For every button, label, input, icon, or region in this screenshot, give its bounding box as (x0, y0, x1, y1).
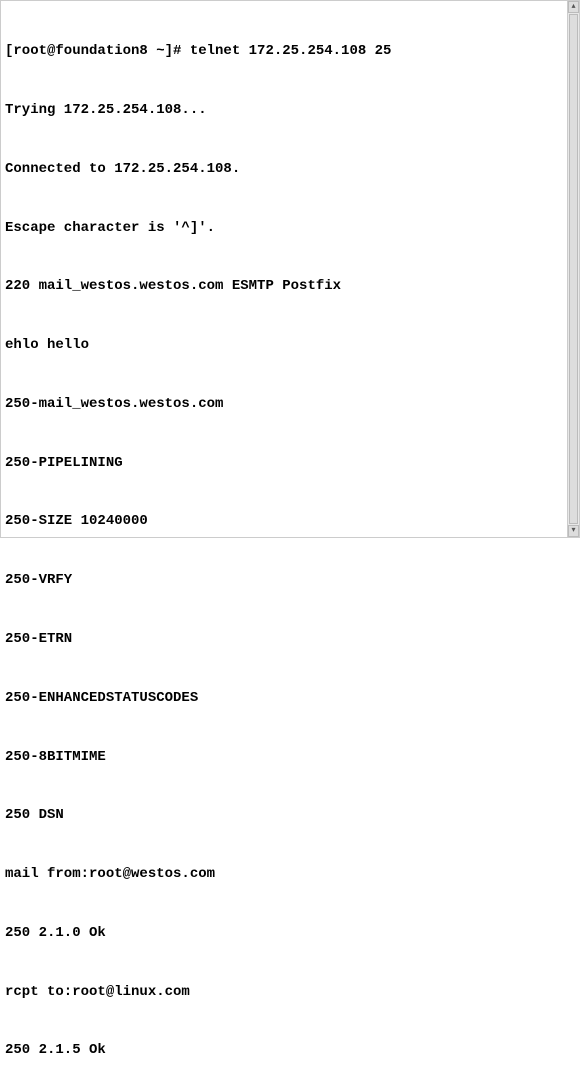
terminal-line: 250-ETRN (5, 630, 575, 650)
scrollbar-thumb[interactable] (569, 14, 578, 524)
terminal-line: 250-SIZE 10240000 (5, 512, 575, 532)
vertical-scrollbar[interactable]: ▴ ▾ (567, 1, 579, 537)
terminal-line: Escape character is '^]'. (5, 219, 575, 239)
terminal-line: 220 mail_westos.westos.com ESMTP Postfix (5, 277, 575, 297)
scroll-down-icon[interactable]: ▾ (568, 525, 579, 537)
terminal-line: 250-VRFY (5, 571, 575, 591)
terminal-line: 250-PIPELINING (5, 454, 575, 474)
scroll-up-icon[interactable]: ▴ (568, 1, 579, 13)
terminal-line: 250 2.1.5 Ok (5, 1041, 575, 1061)
terminal-line: rcpt to:root@linux.com (5, 983, 575, 1003)
terminal-line: 250 DSN (5, 806, 575, 826)
terminal-line: 250-8BITMIME (5, 748, 575, 768)
terminal-line: mail from:root@westos.com (5, 865, 575, 885)
terminal-output[interactable]: [root@foundation8 ~]# telnet 172.25.254.… (1, 1, 579, 1076)
terminal-line: 250 2.1.0 Ok (5, 924, 575, 944)
terminal-line: Connected to 172.25.254.108. (5, 160, 575, 180)
terminal-line: ehlo hello (5, 336, 575, 356)
terminal-line: 250-ENHANCEDSTATUSCODES (5, 689, 575, 709)
terminal-line: [root@foundation8 ~]# telnet 172.25.254.… (5, 42, 575, 62)
terminal-line: Trying 172.25.254.108... (5, 101, 575, 121)
terminal-line: 250-mail_westos.westos.com (5, 395, 575, 415)
